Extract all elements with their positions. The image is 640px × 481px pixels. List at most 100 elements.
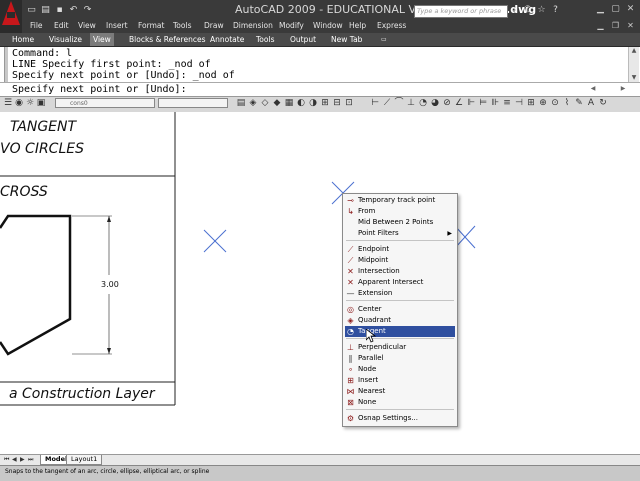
menu-item-intersection[interactable]: ✕ Intersection [345, 266, 455, 277]
menu-draw[interactable]: Draw [204, 21, 224, 30]
menu-edit[interactable]: Edit [54, 21, 69, 30]
favorites-icon[interactable]: ☆ [536, 5, 547, 16]
search-icon[interactable]: ⌕ [508, 5, 519, 16]
layer-on-icon[interactable]: ◉ [14, 98, 24, 108]
inspect-icon[interactable]: ⊙ [550, 98, 560, 108]
make-current-icon[interactable]: ▤ [236, 98, 246, 108]
menu-help[interactable]: Help [349, 21, 366, 30]
dim-space-icon[interactable]: ≡ [502, 98, 512, 108]
dim-jogged-icon[interactable]: ◕ [430, 98, 440, 108]
tab-output[interactable]: Output [287, 35, 319, 44]
menu-item-nearest[interactable]: ⋈ Nearest [345, 386, 455, 397]
redo-icon[interactable]: ↷ [82, 5, 93, 16]
tab-home[interactable]: Home [9, 35, 37, 44]
communication-center-icon[interactable]: ✆ [522, 5, 533, 16]
tab-blocks-references[interactable]: Blocks & References [126, 35, 208, 44]
menu-item-node[interactable]: ∘ Node [345, 364, 455, 375]
last-tab-icon[interactable]: ⏭ [28, 456, 35, 464]
menu-item-endpoint[interactable]: ⟋ Endpoint [345, 244, 455, 255]
drawing-canvas[interactable]: TANGENT VO CIRCLES CROSS 3.00 a Construc… [0, 112, 640, 454]
menu-item-center[interactable]: ◎ Center [345, 304, 455, 315]
next-tab-icon[interactable]: ▶ [20, 456, 27, 463]
open-file-icon[interactable]: ▤ [40, 5, 51, 16]
dim-radius-icon[interactable]: ◔ [418, 98, 428, 108]
menu-item-quadrant[interactable]: ◈ Quadrant [345, 315, 455, 326]
help-icon[interactable]: ? [550, 5, 561, 16]
doc-close-button[interactable]: ✕ [624, 20, 637, 32]
dim-angular-icon[interactable]: ∠ [454, 98, 464, 108]
dim-continue-icon[interactable]: ⊪ [490, 98, 500, 108]
layer-delete-icon[interactable]: ⊟ [332, 98, 342, 108]
menu-express[interactable]: Express [377, 21, 406, 30]
minimize-button[interactable]: ▁ [594, 3, 607, 15]
menu-item-none[interactable]: ⊠ None [345, 397, 455, 408]
new-file-icon[interactable]: ▭ [26, 5, 37, 16]
dim-update-icon[interactable]: ↻ [598, 98, 608, 108]
layer-lock-icon[interactable]: ▣ [36, 98, 46, 108]
command-input[interactable]: Specify next point or [Undo]: [0, 82, 640, 96]
tab-annotate[interactable]: Annotate [207, 35, 247, 44]
menu-item-temporary-track-point[interactable]: ⊸ Temporary track point [345, 195, 455, 206]
menu-window[interactable]: Window [313, 21, 343, 30]
menu-item-mid-between-2-points[interactable]: Mid Between 2 Points [345, 217, 455, 228]
menu-dimension[interactable]: Dimension [233, 21, 273, 30]
scroll-right-icon[interactable]: ▶ [618, 84, 628, 93]
tab-layout1[interactable]: Layout1 [66, 455, 103, 465]
layer-match-icon[interactable]: ▦ [284, 98, 294, 108]
dim-diameter-icon[interactable]: ⊘ [442, 98, 452, 108]
first-tab-icon[interactable]: ⏮ [4, 456, 11, 464]
layer-isolate-icon[interactable]: ◇ [260, 98, 270, 108]
menu-item-parallel[interactable]: ∥ Parallel [345, 353, 455, 364]
menu-item-insert[interactable]: ⊞ Insert [345, 375, 455, 386]
save-icon[interactable]: ▪ [54, 5, 65, 16]
tolerance-icon[interactable]: ⊞ [526, 98, 536, 108]
menu-item-point-filters[interactable]: Point Filters ▶ [345, 228, 455, 239]
dim-aligned-icon[interactable]: ⟋ [382, 98, 392, 108]
tab-visualize[interactable]: Visualize [46, 35, 85, 44]
menu-item-osnap-settings[interactable]: ⚙ Osnap Settings... [345, 413, 455, 424]
quick-dim-icon[interactable]: ⊩ [466, 98, 476, 108]
layer-unisolate-icon[interactable]: ◆ [272, 98, 282, 108]
undo-icon[interactable]: ↶ [68, 5, 79, 16]
doc-restore-button[interactable]: ❐ [609, 20, 622, 32]
menu-item-tangent[interactable]: ◔ Tangent [345, 326, 455, 337]
tab-tools[interactable]: Tools [253, 35, 277, 44]
maximize-button[interactable]: ▢ [609, 3, 622, 15]
dim-linear-icon[interactable]: ⊢ [370, 98, 380, 108]
menu-modify[interactable]: Modify [279, 21, 304, 30]
scroll-left-icon[interactable]: ◀ [588, 84, 598, 93]
dim-text-edit-icon[interactable]: A [586, 98, 596, 108]
menu-item-perpendicular[interactable]: ⊥ Perpendicular [345, 342, 455, 353]
menu-file[interactable]: File [30, 21, 43, 30]
tab-view[interactable]: View [90, 33, 114, 46]
ribbon-toggle-icon[interactable]: ▭ [378, 36, 390, 43]
scroll-up-icon[interactable]: ▲ [629, 47, 639, 55]
layer-off-icon[interactable]: ◐ [296, 98, 306, 108]
dim-break-icon[interactable]: ⊣ [514, 98, 524, 108]
layer-previous-icon[interactable]: ◈ [248, 98, 258, 108]
tab-new-tab[interactable]: New Tab [328, 35, 365, 44]
menu-insert[interactable]: Insert [106, 21, 128, 30]
dim-ordinate-icon[interactable]: ⊥ [406, 98, 416, 108]
prev-tab-icon[interactable]: ◀ [12, 456, 19, 463]
menu-item-midpoint[interactable]: ⟋ Midpoint [345, 255, 455, 266]
center-mark-icon[interactable]: ⊕ [538, 98, 548, 108]
layer-state-icon[interactable]: ⊡ [344, 98, 354, 108]
layer-dropdown[interactable]: cons0 [55, 98, 155, 108]
menu-tools[interactable]: Tools [173, 21, 191, 30]
layer-walk-icon[interactable]: ◑ [308, 98, 318, 108]
command-scrollbar[interactable]: ▲ ▼ [628, 47, 639, 82]
menu-item-extension[interactable]: — Extension [345, 288, 455, 299]
color-dropdown[interactable] [158, 98, 228, 108]
dim-arc-icon[interactable]: ⌒ [394, 98, 404, 108]
autocad-logo-icon[interactable] [0, 0, 22, 33]
layer-properties-icon[interactable]: ☰ [3, 98, 13, 108]
menu-format[interactable]: Format [138, 21, 164, 30]
layer-merge-icon[interactable]: ⊞ [320, 98, 330, 108]
menu-item-from[interactable]: ↳ From [345, 206, 455, 217]
jogged-linear-icon[interactable]: ⌇ [562, 98, 572, 108]
dim-edit-icon[interactable]: ✎ [574, 98, 584, 108]
search-input[interactable]: Type a keyword or phrase [414, 5, 508, 18]
dim-baseline-icon[interactable]: ⊨ [478, 98, 488, 108]
scroll-down-icon[interactable]: ▼ [629, 74, 639, 82]
